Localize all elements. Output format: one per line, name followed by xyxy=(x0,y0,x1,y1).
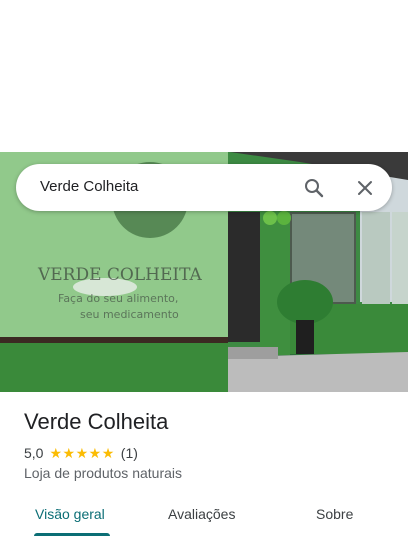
star-icon: ★ xyxy=(88,445,102,461)
star-icon: ★ xyxy=(62,445,76,461)
rating-value: 5,0 xyxy=(24,445,44,461)
sign-tagline-2: seu medicamento xyxy=(80,308,179,321)
tab-reviews[interactable]: Avaliações xyxy=(168,506,235,522)
place-category: Loja de produtos naturais xyxy=(24,465,182,481)
sign-tagline-1: Faça do seu alimento, xyxy=(58,292,178,305)
search-input[interactable]: Verde Colheita xyxy=(40,178,138,195)
star-icon: ★ xyxy=(101,445,115,461)
active-tab-indicator xyxy=(34,533,110,536)
star-icon: ★ xyxy=(49,445,63,461)
star-icon: ★ xyxy=(75,445,89,461)
close-icon[interactable] xyxy=(353,176,377,200)
search-icon[interactable] xyxy=(302,176,326,200)
tab-about[interactable]: Sobre xyxy=(316,506,353,522)
map-blank-area xyxy=(0,0,408,152)
rating-row[interactable]: 5,0 ★ ★ ★ ★ ★ (1) xyxy=(24,444,138,462)
rating-stars: ★ ★ ★ ★ ★ xyxy=(49,446,114,460)
search-bar[interactable]: Verde Colheita xyxy=(16,164,392,211)
place-title: Verde Colheita xyxy=(24,409,169,434)
review-count[interactable]: (1) xyxy=(121,445,138,461)
tab-bar: Visão geral Avaliações Sobre xyxy=(0,496,408,544)
tab-overview[interactable]: Visão geral xyxy=(35,506,105,522)
sign-name: VERDE COLHEITA xyxy=(37,265,203,285)
